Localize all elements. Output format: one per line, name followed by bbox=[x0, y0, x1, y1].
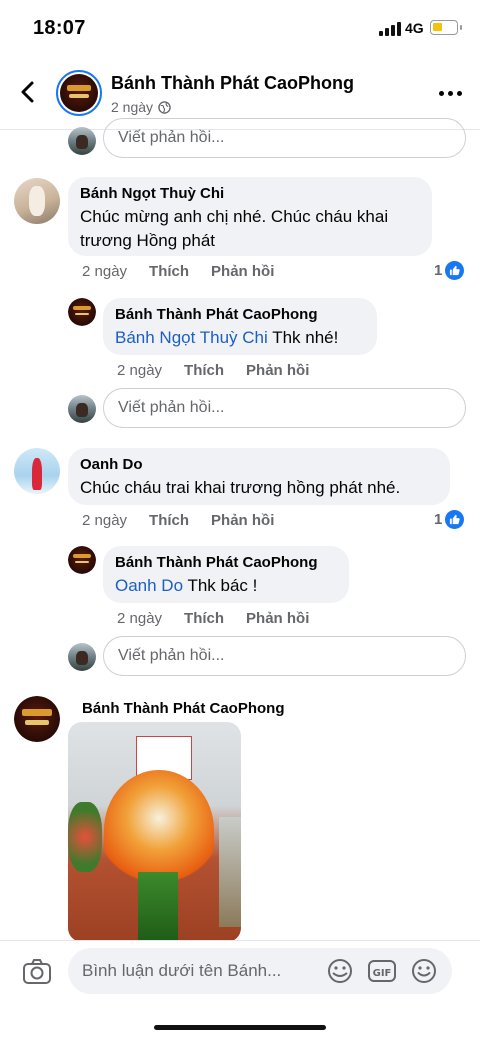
comment-bubble: Oanh Do Chúc cháu trai khai trương hồng … bbox=[68, 448, 450, 505]
globe-icon bbox=[158, 100, 171, 114]
camera-icon[interactable] bbox=[22, 957, 52, 987]
reply-author[interactable]: Bánh Thành Phát CaoPhong bbox=[115, 554, 337, 571]
comment-text: Chúc mừng anh chị nhé. Chúc cháu khai tr… bbox=[80, 207, 389, 250]
reply-author[interactable]: Bánh Thành Phát CaoPhong bbox=[115, 306, 365, 323]
page-avatar[interactable] bbox=[14, 696, 60, 742]
sticker-icon[interactable] bbox=[326, 957, 354, 985]
comment-author[interactable]: Oanh Do bbox=[80, 456, 438, 473]
like-button[interactable]: Thích bbox=[184, 610, 224, 627]
like-button[interactable]: Thích bbox=[184, 362, 224, 379]
reply-bubble: Bánh Thành Phát CaoPhong Bánh Ngọt Thuỳ … bbox=[103, 298, 377, 355]
comment-actions: 2 ngày Thích Phản hồi bbox=[82, 512, 274, 529]
page-avatar[interactable] bbox=[56, 70, 102, 116]
page-name[interactable]: Bánh Thành Phát CaoPhong bbox=[111, 73, 354, 94]
post-meta: 2 ngày bbox=[111, 99, 171, 115]
comment-input[interactable]: Bình luận dưới tên Bánh... GIF bbox=[68, 948, 452, 994]
like-count[interactable]: 1 bbox=[434, 510, 465, 529]
reply-input[interactable]: Viết phản hồi... bbox=[103, 118, 466, 158]
reply-input[interactable]: Viết phản hồi... bbox=[103, 388, 466, 428]
mention-link[interactable]: Bánh Ngọt Thuỳ Chi bbox=[115, 328, 268, 347]
post-time: 2 ngày bbox=[111, 99, 154, 115]
status-time: 18:07 bbox=[33, 17, 86, 39]
my-avatar bbox=[68, 395, 96, 423]
reply-button[interactable]: Phản hồi bbox=[246, 362, 309, 379]
comment-bubble: Bánh Ngọt Thuỳ Chi Chúc mừng anh chị nhé… bbox=[68, 177, 432, 256]
commenter-avatar[interactable] bbox=[14, 178, 60, 224]
reply-button[interactable]: Phản hồi bbox=[211, 512, 274, 529]
comment-author[interactable]: Bánh Ngọt Thuỳ Chi bbox=[80, 185, 420, 202]
like-button[interactable]: Thích bbox=[149, 263, 189, 280]
signal-icon bbox=[379, 22, 401, 36]
reply-bubble: Bánh Thành Phát CaoPhong Oanh Do Thk bác… bbox=[103, 546, 349, 603]
reply-text: Bánh Ngọt Thuỳ Chi Thk nhé! bbox=[115, 328, 339, 347]
page-avatar[interactable] bbox=[68, 546, 96, 574]
gif-icon[interactable]: GIF bbox=[368, 957, 396, 985]
back-arrow-icon[interactable] bbox=[14, 78, 42, 106]
page-avatar[interactable] bbox=[68, 298, 96, 326]
comment-placeholder: Bình luận dưới tên Bánh... bbox=[82, 961, 282, 980]
comment-photo[interactable] bbox=[68, 722, 241, 942]
comment-time: 2 ngày bbox=[82, 263, 128, 280]
reply-actions: 2 ngày Thích Phản hồi bbox=[117, 362, 309, 379]
network-label: 4G bbox=[405, 20, 424, 36]
like-button[interactable]: Thích bbox=[149, 512, 189, 529]
like-icon bbox=[445, 510, 465, 529]
comment-text: Chúc cháu trai khai trương hồng phát nhé… bbox=[80, 478, 401, 497]
reply-actions: 2 ngày Thích Phản hồi bbox=[117, 610, 309, 627]
commenter-avatar[interactable] bbox=[14, 448, 60, 494]
like-count[interactable]: 1 bbox=[434, 261, 465, 280]
mention-link[interactable]: Oanh Do bbox=[115, 576, 183, 595]
status-bar: 18:07 4G bbox=[0, 0, 480, 58]
more-icon[interactable] bbox=[439, 91, 462, 96]
reply-button[interactable]: Phản hồi bbox=[246, 610, 309, 627]
comment-time: 2 ngày bbox=[82, 512, 128, 529]
my-avatar bbox=[68, 127, 96, 155]
reply-input[interactable]: Viết phản hồi... bbox=[103, 636, 466, 676]
svg-text:GIF: GIF bbox=[373, 968, 392, 979]
comment-actions: 2 ngày Thích Phản hồi bbox=[82, 263, 274, 280]
comment-composer: Bình luận dưới tên Bánh... GIF bbox=[0, 940, 480, 1039]
reply-time: 2 ngày bbox=[117, 610, 163, 627]
my-avatar bbox=[68, 643, 96, 671]
home-indicator bbox=[154, 1025, 326, 1030]
emoji-icon[interactable] bbox=[410, 957, 438, 985]
reply-text: Oanh Do Thk bác ! bbox=[115, 576, 258, 595]
comment-author[interactable]: Bánh Thành Phát CaoPhong bbox=[82, 700, 285, 717]
reply-button[interactable]: Phản hồi bbox=[211, 263, 274, 280]
reply-time: 2 ngày bbox=[117, 362, 163, 379]
like-icon bbox=[445, 261, 465, 280]
battery-icon bbox=[430, 20, 462, 35]
